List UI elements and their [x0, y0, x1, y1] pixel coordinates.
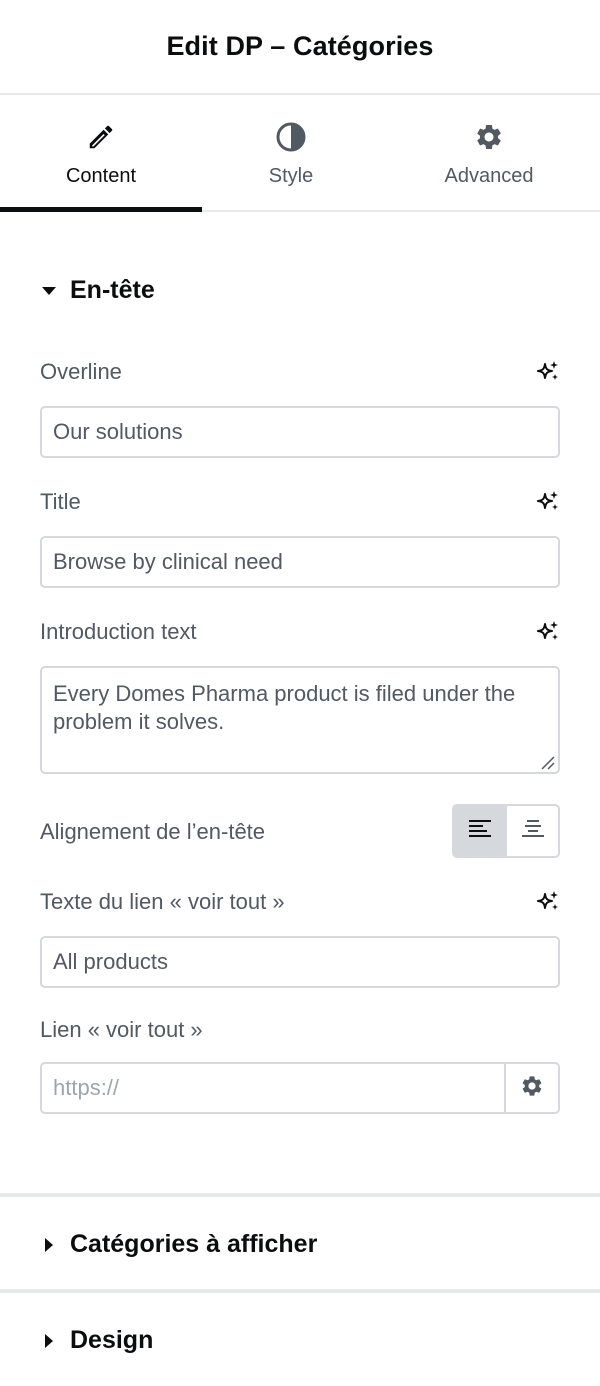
tab-content[interactable]: Content [0, 95, 202, 212]
overline-label: Overline [40, 359, 122, 384]
see-all-link-label: Lien « voir tout » [40, 1017, 203, 1042]
section-design-toggle[interactable]: Design [40, 1326, 153, 1355]
overline-input[interactable] [40, 406, 560, 458]
align-center-icon [521, 819, 545, 844]
section-design-title: Design [70, 1326, 154, 1354]
align-center-button[interactable] [506, 806, 558, 856]
sparkle-ai-icon[interactable] [535, 489, 561, 515]
caret-right-icon [40, 1235, 60, 1255]
title-input[interactable] [40, 536, 560, 588]
resize-handle-icon[interactable] [539, 754, 555, 770]
align-left-icon [468, 819, 492, 844]
section-categories-toggle[interactable]: Catégories à afficher [40, 1230, 317, 1259]
panel-header: Edit DP – Catégories [0, 0, 600, 95]
section-header-title: En-tête [70, 276, 155, 304]
see-all-link-input[interactable] [40, 1062, 506, 1114]
alignment-label: Alignement de l’en-tête [40, 819, 266, 844]
sparkle-ai-icon[interactable] [535, 359, 561, 385]
tab-style[interactable]: Style [202, 95, 380, 210]
tab-style-label: Style [268, 165, 314, 187]
title-label: Title [40, 489, 81, 514]
align-left-button[interactable] [454, 806, 506, 856]
tab-bar: Content Style Advanced [0, 95, 600, 212]
half-circle-icon [274, 120, 308, 154]
section-header-toggle[interactable]: En-tête [40, 276, 155, 305]
tab-content-label: Content [65, 165, 137, 187]
caret-right-icon [40, 1331, 60, 1351]
section-categories-title: Catégories à afficher [70, 1230, 318, 1258]
section-divider [0, 1289, 600, 1293]
see-all-text-input[interactable] [40, 936, 560, 988]
gear-icon [472, 120, 506, 154]
link-options-button[interactable] [506, 1062, 560, 1114]
sparkle-ai-icon[interactable] [535, 619, 561, 645]
pencil-icon [84, 120, 118, 154]
sparkle-ai-icon[interactable] [535, 889, 561, 915]
see-all-text-label: Texte du lien « voir tout » [40, 889, 285, 914]
alignment-toggle-group [452, 804, 560, 858]
panel-title: Edit DP – Catégories [166, 31, 434, 61]
caret-down-icon [40, 281, 60, 301]
intro-label: Introduction text [40, 619, 197, 644]
intro-textarea[interactable]: Every Domes Pharma product is filed unde… [40, 666, 560, 774]
tab-advanced-label: Advanced [444, 165, 534, 187]
section-divider [0, 1193, 600, 1197]
tab-advanced[interactable]: Advanced [380, 95, 598, 210]
gear-icon [520, 1074, 544, 1103]
